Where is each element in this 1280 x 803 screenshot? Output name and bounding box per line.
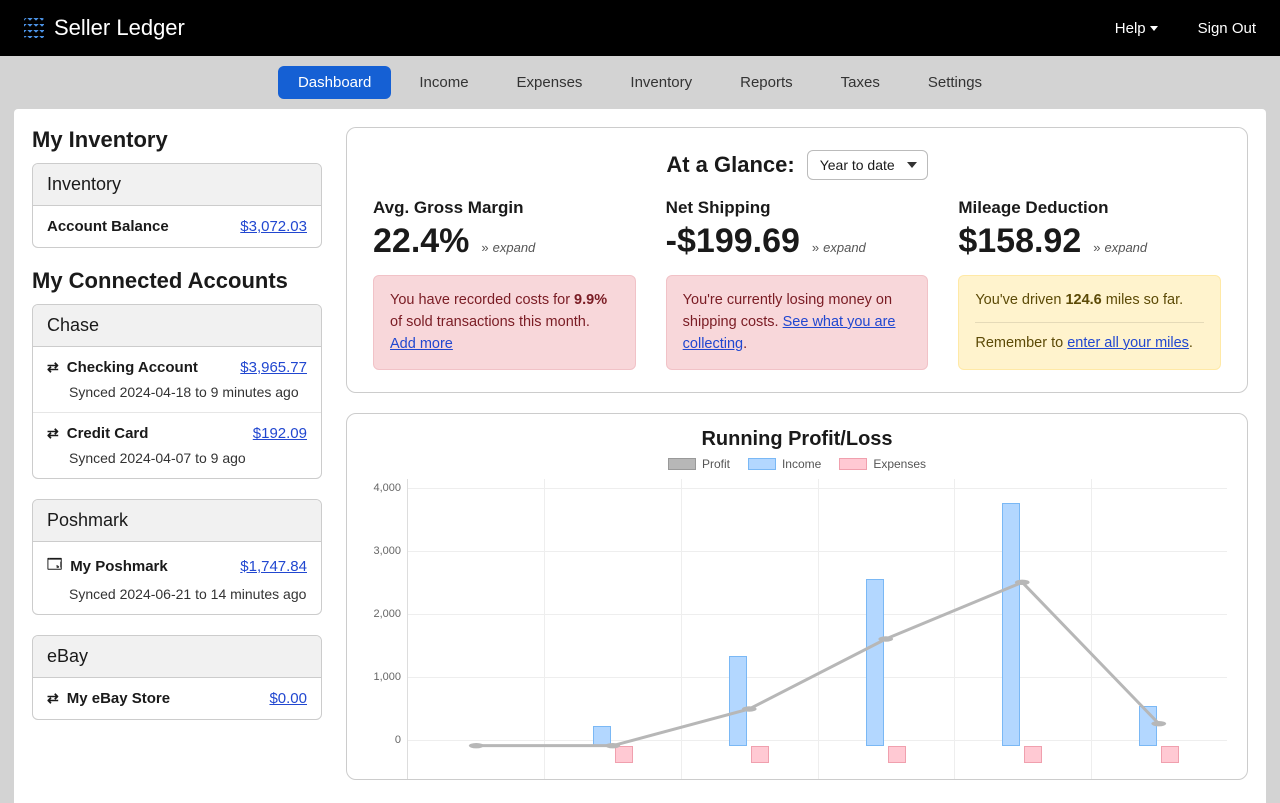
- enter-miles-link[interactable]: enter all your miles: [1067, 335, 1189, 351]
- help-menu[interactable]: Help: [1115, 20, 1158, 37]
- transfer-icon: ⇄: [47, 690, 59, 707]
- shipping-label: Net Shipping: [666, 198, 929, 218]
- legend-swatch-expenses: [839, 458, 867, 470]
- nav-inventory[interactable]: Inventory: [610, 66, 712, 99]
- poshmark-card: Poshmark 🗔 My Poshmark $1,747.84 Synced …: [32, 499, 322, 615]
- bar-expense: [1161, 746, 1179, 763]
- transfer-icon: ⇄: [47, 359, 59, 376]
- margin-expand[interactable]: expand: [481, 240, 535, 255]
- sign-out-link[interactable]: Sign Out: [1198, 20, 1256, 37]
- bar-income: [729, 656, 747, 746]
- stat-gross-margin: Avg. Gross Margin 22.4% expand You have …: [373, 198, 636, 370]
- chase-header: Chase: [33, 305, 321, 347]
- bar-income: [1002, 503, 1020, 746]
- bar-income: [1139, 706, 1157, 746]
- profit-loss-chart: Running Profit/Loss Profit Income Expens…: [346, 413, 1248, 780]
- nav-expenses[interactable]: Expenses: [497, 66, 603, 99]
- margin-value: 22.4%: [373, 222, 469, 261]
- ebay-amount-link[interactable]: $0.00: [269, 690, 307, 707]
- chevron-down-icon: [1150, 26, 1158, 31]
- credit-sync-status: Synced 2024-04-07 to 9 ago: [69, 450, 307, 466]
- nav-income[interactable]: Income: [399, 66, 488, 99]
- poshmark-label: My Poshmark: [70, 558, 168, 575]
- transfer-icon: ⇄: [47, 425, 59, 442]
- inventory-card-header: Inventory: [33, 164, 321, 206]
- topbar: Seller Ledger Help Sign Out: [0, 0, 1280, 56]
- nav-settings[interactable]: Settings: [908, 66, 1002, 99]
- stat-mileage: Mileage Deduction $158.92 expand You've …: [958, 198, 1221, 370]
- ebay-label: My eBay Store: [67, 690, 170, 707]
- credit-label: Credit Card: [67, 425, 149, 442]
- chart-plot-area: [407, 479, 1227, 779]
- inventory-heading: My Inventory: [32, 127, 322, 153]
- sidebar: My Inventory Inventory Account Balance $…: [32, 127, 322, 740]
- checking-sync-status: Synced 2024-04-18 to 9 minutes ago: [69, 384, 307, 400]
- main-content: At a Glance: Year to date Avg. Gross Mar…: [346, 127, 1248, 780]
- chart-legend: Profit Income Expenses: [367, 457, 1227, 471]
- poshmark-amount-link[interactable]: $1,747.84: [240, 558, 307, 575]
- at-a-glance-panel: At a Glance: Year to date Avg. Gross Mar…: [346, 127, 1248, 393]
- account-balance-link[interactable]: $3,072.03: [240, 218, 307, 235]
- ebay-header: eBay: [33, 636, 321, 678]
- chase-card: Chase ⇄ Checking Account $3,965.77 Synce…: [32, 304, 322, 479]
- legend-swatch-profit: [668, 458, 696, 470]
- mileage-value: $158.92: [958, 222, 1081, 261]
- bar-income: [866, 579, 884, 746]
- main-nav: Dashboard Income Expenses Inventory Repo…: [0, 56, 1280, 109]
- add-more-link[interactable]: Add more: [390, 336, 453, 352]
- shipping-alert: You're currently losing money on shippin…: [666, 275, 929, 370]
- mileage-label: Mileage Deduction: [958, 198, 1221, 218]
- brand-text: Seller Ledger: [54, 15, 185, 41]
- brand: Seller Ledger: [24, 15, 185, 41]
- legend-swatch-income: [748, 458, 776, 470]
- bar-income: [593, 726, 611, 746]
- shipping-value: -$199.69: [666, 222, 800, 261]
- bar-expense: [751, 746, 769, 763]
- nav-taxes[interactable]: Taxes: [821, 66, 900, 99]
- bar-expense: [1024, 746, 1042, 763]
- glance-title: At a Glance:: [666, 152, 794, 178]
- nav-dashboard[interactable]: Dashboard: [278, 66, 391, 99]
- mileage-alert: You've driven 124.6 miles so far. Rememb…: [958, 275, 1221, 370]
- shipping-expand[interactable]: expand: [812, 240, 866, 255]
- inventory-card: Inventory Account Balance $3,072.03: [32, 163, 322, 248]
- poshmark-sync-status: Synced 2024-06-21 to 14 minutes ago: [69, 586, 307, 602]
- bar-expense: [888, 746, 906, 763]
- poshmark-header: Poshmark: [33, 500, 321, 542]
- ebay-card: eBay ⇄ My eBay Store $0.00: [32, 635, 322, 720]
- chart-title: Running Profit/Loss: [367, 428, 1227, 451]
- store-icon: 🗔: [47, 554, 62, 578]
- bar-expense: [615, 746, 633, 763]
- nav-reports[interactable]: Reports: [720, 66, 813, 99]
- stat-net-shipping: Net Shipping -$199.69 expand You're curr…: [666, 198, 929, 370]
- margin-label: Avg. Gross Margin: [373, 198, 636, 218]
- y-axis: 4,000 3,000 2,000 1,000 0: [367, 479, 407, 779]
- credit-amount-link[interactable]: $192.09: [253, 425, 307, 442]
- mileage-expand[interactable]: expand: [1093, 240, 1147, 255]
- period-select[interactable]: Year to date: [807, 150, 928, 180]
- cost-alert: You have recorded costs for 9.9% of sold…: [373, 275, 636, 370]
- connected-accounts-heading: My Connected Accounts: [32, 268, 322, 294]
- checking-amount-link[interactable]: $3,965.77: [240, 359, 307, 376]
- account-balance-label: Account Balance: [47, 218, 169, 235]
- brand-icon: [24, 18, 44, 38]
- checking-label: Checking Account: [67, 359, 198, 376]
